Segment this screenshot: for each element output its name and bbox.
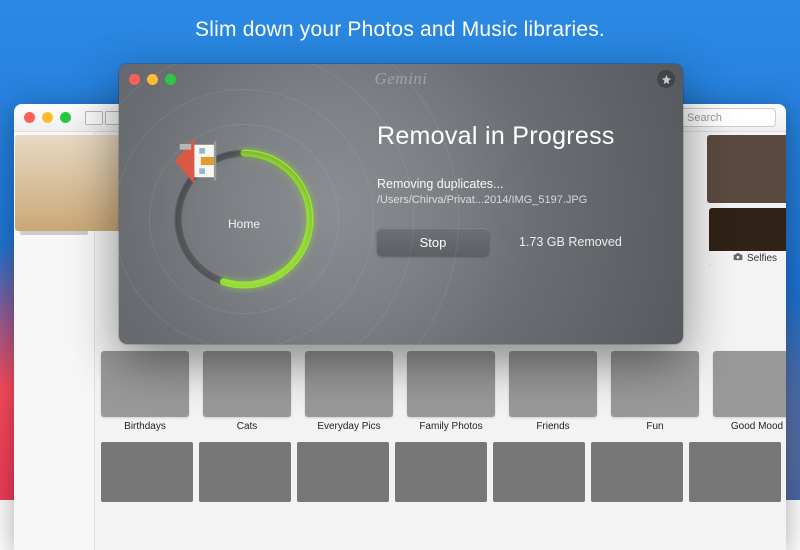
star-icon xyxy=(661,74,672,85)
album-item[interactable]: Fun xyxy=(611,351,699,432)
album-item[interactable]: Birthdays xyxy=(101,351,189,432)
status-heading: Removal in Progress xyxy=(377,122,659,151)
minimize-icon[interactable] xyxy=(147,74,158,85)
minimize-icon[interactable] xyxy=(42,112,53,123)
photos-view-toggle[interactable] xyxy=(85,111,123,125)
maximize-icon[interactable] xyxy=(165,74,176,85)
albums-row: Birthdays Cats Everyday Pics Family Phot… xyxy=(101,351,786,432)
search-placeholder: Search xyxy=(687,112,722,124)
stop-button[interactable]: Stop xyxy=(377,228,489,256)
marketing-headline: Slim down your Photos and Music librarie… xyxy=(0,18,800,42)
gemini-titlebar: Gemini xyxy=(119,64,683,94)
progress-section: Home xyxy=(119,94,369,344)
current-file-path: /Users/Chirva/Privat...2014/IMG_5197.JPG xyxy=(377,194,659,206)
album-item[interactable]: Family Photos xyxy=(407,351,495,432)
app-title: Gemini xyxy=(119,69,683,89)
photo-thumbnail[interactable] xyxy=(297,442,389,502)
album-item[interactable]: Friends xyxy=(509,351,597,432)
photos-traffic-lights[interactable] xyxy=(24,112,71,123)
photo-thumbnail[interactable] xyxy=(689,442,781,502)
close-icon[interactable] xyxy=(129,74,140,85)
album-item[interactable]: Everyday Pics xyxy=(305,351,393,432)
album-label: Birthdays xyxy=(124,421,166,432)
album-selfies[interactable]: Selfies xyxy=(709,208,786,266)
status-text: Removing duplicates... xyxy=(377,177,659,191)
gemini-app-window: Gemini xyxy=(119,64,683,344)
photo-thumbnail[interactable] xyxy=(101,442,193,502)
album-label: Good Mood xyxy=(731,421,783,432)
photo-thumbnail[interactable] xyxy=(591,442,683,502)
home-icon xyxy=(170,135,222,187)
album-label: Selfies xyxy=(747,253,777,264)
photo-thumbs-row xyxy=(101,442,786,502)
favorite-button[interactable] xyxy=(657,70,675,88)
album-item[interactable]: Cats xyxy=(203,351,291,432)
camera-icon xyxy=(733,253,743,261)
photo-thumbnail[interactable] xyxy=(707,135,786,203)
photo-thumbnail[interactable] xyxy=(493,442,585,502)
album-label: Cats xyxy=(237,421,258,432)
photo-thumbnail[interactable] xyxy=(395,442,487,502)
album-label: Everyday Pics xyxy=(317,421,380,432)
removed-amount: 1.73 GB Removed xyxy=(519,235,622,249)
album-label: Friends xyxy=(536,421,569,432)
album-label: Fun xyxy=(646,421,663,432)
close-icon[interactable] xyxy=(24,112,35,123)
status-section: Removal in Progress Removing duplicates.… xyxy=(369,94,683,344)
gemini-traffic-lights[interactable] xyxy=(129,74,176,85)
album-label: Family Photos xyxy=(419,421,482,432)
photo-thumbnail[interactable] xyxy=(199,442,291,502)
maximize-icon[interactable] xyxy=(60,112,71,123)
progress-ring: Home xyxy=(170,145,318,293)
album-item[interactable]: Good Mood xyxy=(713,351,786,432)
